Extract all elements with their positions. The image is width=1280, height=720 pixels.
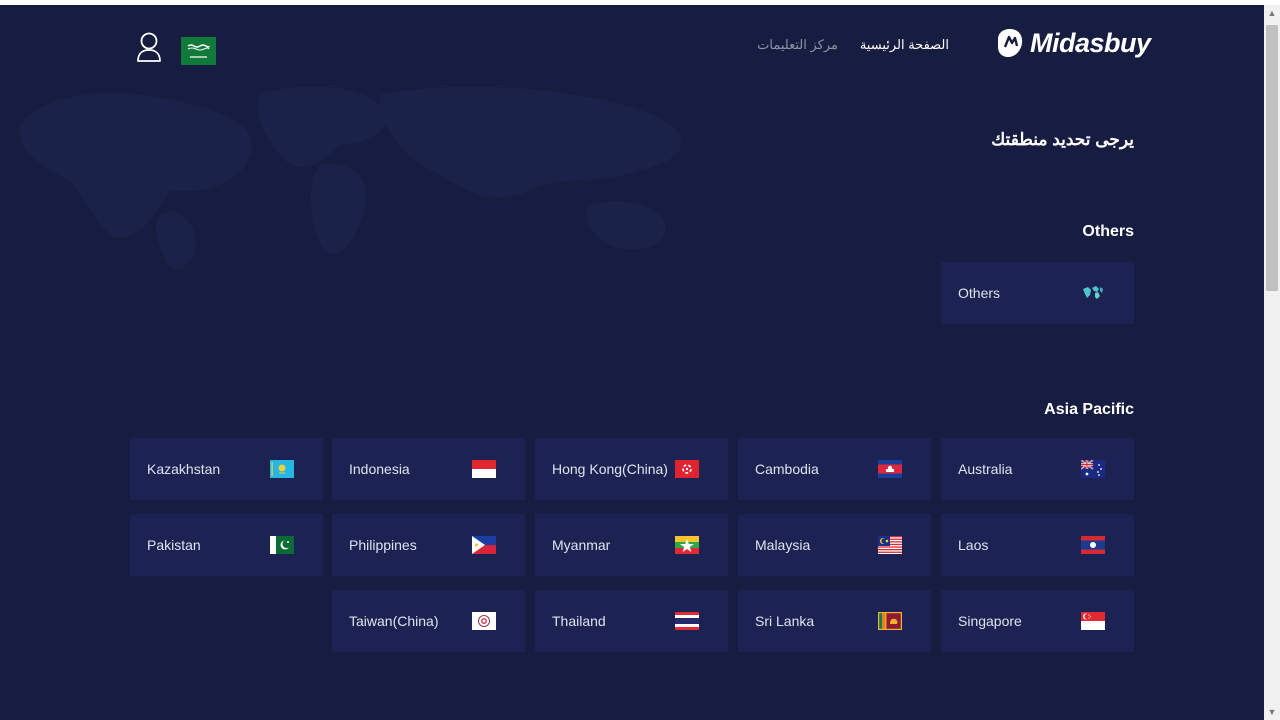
region-card-label: Sri Lanka [755,613,815,629]
scrollbar-thumb[interactable] [1266,25,1278,291]
midasbuy-logo-icon [998,29,1023,57]
region-card-label: Singapore [958,613,1022,629]
nav-help-center-link[interactable]: مركز التعليمات [757,37,838,53]
vertical-scrollbar[interactable]: ▲ ▼ [1264,5,1280,720]
region-card-label: Thailand [552,613,606,629]
region-card-myanmar[interactable]: Myanmar [535,514,728,576]
flag-kazakhstan-icon [270,460,294,478]
region-card-singapore[interactable]: Singapore [941,590,1134,652]
page-viewport: Midasbuy الصفحة الرئيسية مركز التعليمات … [0,5,1264,720]
midasbuy-logo[interactable]: Midasbuy [996,27,1151,59]
region-card-label: Others [958,285,1001,301]
flag-sri-lanka-icon [878,612,902,630]
region-card-label: Indonesia [349,461,410,477]
section-title-asia-pacific: Asia Pacific [1044,401,1134,418]
region-card-pakistan[interactable]: Pakistan [130,514,323,576]
flag-hong-kong-icon [675,460,699,478]
logo-text: Midasbuy [1030,27,1151,58]
region-card-label: Pakistan [147,537,201,553]
nav-home-link[interactable]: الصفحة الرئيسية [860,37,949,53]
region-card-australia[interactable]: Australia [941,438,1134,500]
region-card-indonesia[interactable]: Indonesia [332,438,525,500]
region-card-label: Laos [958,537,989,553]
flag-pakistan-icon [270,536,294,554]
region-card-label: Cambodia [755,461,819,477]
flag-cambodia-icon [878,460,902,478]
world-map-icon [1083,286,1103,299]
region-card-hong-kong[interactable]: Hong Kong(China) [535,438,728,500]
region-card-sri-lanka[interactable]: Sri Lanka [738,590,931,652]
saudi-arabia-flag-icon[interactable] [181,37,216,65]
region-card-label: Malaysia [755,537,811,553]
flag-australia-icon [1081,460,1105,478]
region-card-label: Australia [958,461,1013,477]
scroll-down-arrow-icon[interactable]: ▼ [1264,704,1280,720]
region-card-kazakhstan[interactable]: Kazakhstan [130,438,323,500]
world-map-background [19,86,682,269]
flag-laos-icon [1081,536,1105,554]
region-card-cambodia[interactable]: Cambodia [738,438,931,500]
flag-thailand-icon [675,612,699,630]
flag-singapore-icon [1081,612,1105,630]
page-title: يرجى تحديد منطقتك [991,130,1134,149]
section-title-others: Others [1082,223,1134,240]
region-card-others[interactable]: Others [941,262,1134,324]
region-card-philippines[interactable]: Philippines [332,514,525,576]
region-card-label: Philippines [349,537,417,553]
flag-myanmar-icon [675,536,699,554]
region-card-label: Myanmar [552,537,611,553]
region-card-thailand[interactable]: Thailand [535,590,728,652]
scroll-up-arrow-icon[interactable]: ▲ [1264,5,1280,21]
flag-indonesia-icon [472,460,496,478]
region-card-taiwan[interactable]: Taiwan(China) [332,590,525,652]
user-account-icon[interactable] [136,31,162,65]
header: Midasbuy الصفحة الرئيسية مركز التعليمات [0,5,1264,85]
flag-taiwan-icon [472,612,496,630]
flag-philippines-icon [472,536,496,554]
region-card-malaysia[interactable]: Malaysia [738,514,931,576]
region-card-label: Hong Kong(China) [552,461,668,477]
region-card-label: Taiwan(China) [349,613,439,629]
flag-malaysia-icon [878,536,902,554]
region-card-laos[interactable]: Laos [941,514,1134,576]
region-card-label: Kazakhstan [147,461,221,477]
